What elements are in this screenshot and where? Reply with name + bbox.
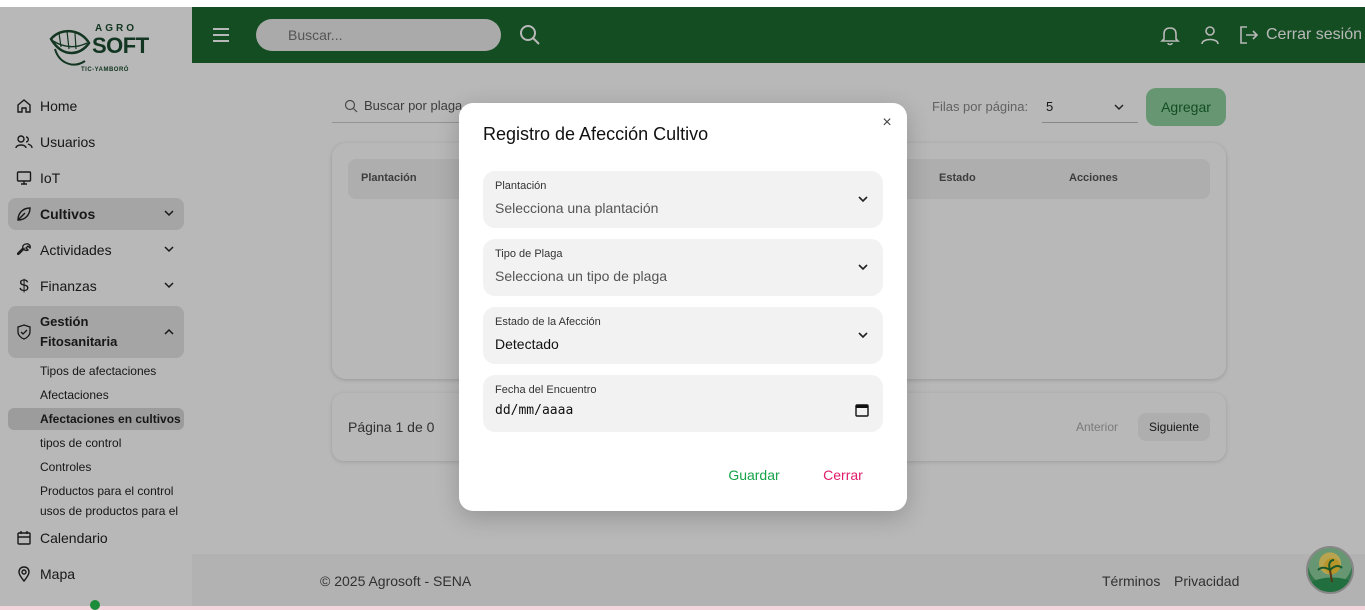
field-value: Selecciona una plantación: [495, 200, 659, 216]
chevron-down-icon: [858, 264, 868, 271]
calendar-icon[interactable]: [855, 403, 869, 417]
close-button[interactable]: Cerrar: [813, 461, 873, 489]
estado-afeccion-select[interactable]: Estado de la Afección Detectado: [483, 307, 883, 364]
tipo-plaga-select[interactable]: Tipo de Plaga Selecciona un tipo de plag…: [483, 239, 883, 296]
close-icon[interactable]: ×: [879, 115, 895, 131]
field-value: Detectado: [495, 336, 559, 352]
registro-afeccion-modal: Registro de Afección Cultivo × Plantació…: [459, 103, 907, 511]
bottom-border: [0, 606, 1365, 610]
fecha-encuentro-input[interactable]: Fecha del Encuentro dd/mm/aaaa: [483, 375, 883, 432]
status-dot: [90, 600, 100, 610]
chevron-down-icon: [858, 332, 868, 339]
modal-title: Registro de Afección Cultivo: [483, 124, 709, 144]
chevron-down-icon: [858, 196, 868, 203]
field-label: Estado de la Afección: [495, 316, 601, 328]
save-button[interactable]: Guardar: [719, 461, 789, 489]
field-value: Selecciona un tipo de plaga: [495, 268, 668, 284]
field-label: Tipo de Plaga: [495, 248, 563, 260]
top-strip: [0, 0, 1365, 7]
field-label: Plantación: [495, 180, 547, 192]
plantacion-select[interactable]: Plantación Selecciona una plantación: [483, 171, 883, 228]
field-label: Fecha del Encuentro: [495, 384, 597, 396]
field-value: dd/mm/aaaa: [495, 403, 574, 418]
